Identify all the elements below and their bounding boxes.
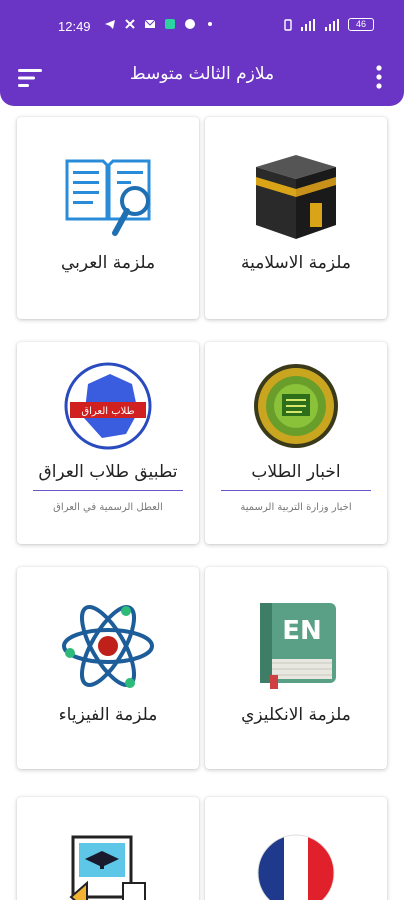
card-label: تطبيق طلاب العراق xyxy=(38,462,178,482)
icon-text: EN xyxy=(282,616,322,646)
battery-indicator: 46 xyxy=(348,18,374,31)
signal-2-icon xyxy=(325,18,339,31)
card-education-doc[interactable] xyxy=(17,797,199,900)
atom-icon xyxy=(62,605,154,688)
app-toolbar: ملازم الثالث متوسط xyxy=(0,56,404,106)
ministry-seal-icon xyxy=(254,364,338,448)
divider xyxy=(33,490,183,491)
card-english[interactable]: EN ملزمة الانكليزي xyxy=(205,567,387,769)
card-students-news[interactable]: اخبار الطلاب اخبار وزارة التربية الرسمية xyxy=(205,342,387,544)
status-bar: 12:49 46 xyxy=(0,0,404,56)
app-icon xyxy=(165,19,175,29)
page-title: ملازم الثالث متوسط xyxy=(129,64,275,84)
icon-text: طلاب العراق xyxy=(81,406,134,417)
card-french[interactable] xyxy=(205,797,387,900)
dot-icon xyxy=(208,22,212,26)
france-flag-icon xyxy=(257,834,335,900)
card-label: ملزمة الاسلامية xyxy=(241,253,351,273)
notification-icons xyxy=(104,18,216,30)
vibrate-icon xyxy=(284,18,292,31)
signal-icon xyxy=(301,18,315,31)
english-book-icon: EN xyxy=(260,603,336,689)
telegram-icon xyxy=(105,20,115,29)
card-arabic[interactable]: ملزمة العربي xyxy=(17,117,199,319)
card-islamic[interactable]: ملزمة الاسلامية xyxy=(205,117,387,319)
tools-icon xyxy=(125,19,135,29)
card-label: اخبار الطلاب xyxy=(251,462,341,482)
divider xyxy=(221,490,371,491)
game-icon xyxy=(185,19,195,29)
more-vert-icon[interactable] xyxy=(372,62,386,92)
card-iraq-students[interactable]: طلاب العراق تطبيق طلاب العراق العطل الرس… xyxy=(17,342,199,544)
iraq-students-icon: طلاب العراق xyxy=(64,362,152,450)
card-subtitle: العطل الرسمية في العراق xyxy=(53,502,163,513)
card-subtitle: اخبار وزارة التربية الرسمية xyxy=(240,502,352,513)
card-label: ملزمة الانكليزي xyxy=(241,705,351,725)
system-icons: 46 xyxy=(282,18,374,31)
card-label: ملزمة الفيزياء xyxy=(58,705,158,725)
menu-icon[interactable] xyxy=(16,66,44,90)
kaaba-icon xyxy=(256,155,336,239)
status-time: 12:49 xyxy=(58,19,91,34)
book-search-icon xyxy=(65,159,151,236)
mail-icon xyxy=(144,19,156,28)
card-label: ملزمة العربي xyxy=(60,253,156,273)
graduation-document-icon xyxy=(69,835,146,900)
card-physics[interactable]: ملزمة الفيزياء xyxy=(17,567,199,769)
